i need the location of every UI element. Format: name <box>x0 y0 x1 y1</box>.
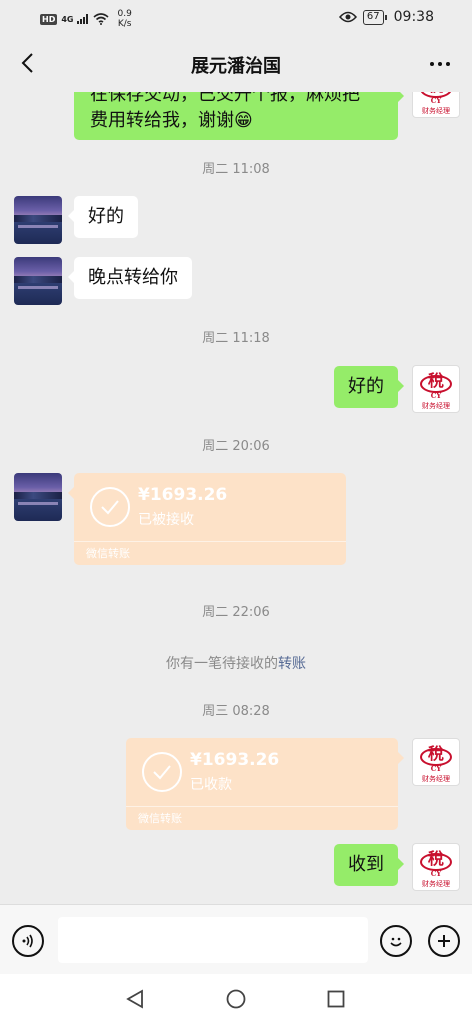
divider <box>126 806 398 807</box>
avatar-self[interactable]: 稅 CY 财务经理 <box>412 92 460 118</box>
nav-recents-button[interactable] <box>323 986 349 1012</box>
system-notice: 你有一笔待接收的转账 <box>0 653 472 673</box>
transfer-card-sent[interactable]: ¥1693.26 已收款 微信转账 <box>126 738 404 830</box>
message-input[interactable] <box>58 917 368 963</box>
message-bubble-sent[interactable]: 在保存交动，已交升个报，麻烦把 费用转给我，谢谢😁 <box>74 92 404 140</box>
timestamp: 周三 08:28 <box>202 704 270 719</box>
more-options-button[interactable] <box>426 52 454 76</box>
message-text: 好的 <box>88 206 124 227</box>
network-type: 4G <box>61 14 74 24</box>
transfer-label: 微信转账 <box>138 812 182 825</box>
message-bubble-received[interactable]: 好的 <box>68 196 138 238</box>
more-dot-icon <box>438 62 442 66</box>
hd-icon: HD <box>40 13 58 25</box>
square-recents-icon <box>327 990 345 1008</box>
timestamp: 周二 22:06 <box>202 605 270 620</box>
wifi-icon <box>93 13 110 25</box>
eye-icon <box>338 11 357 23</box>
status-right: 67 09:38 <box>338 9 434 25</box>
message-text: 在保存交动，已交升个报，麻烦把 <box>90 92 360 105</box>
message-bubble-sent[interactable]: 好的 <box>334 366 404 408</box>
status-bar: HD 4G 0.9 K/s 67 09:38 <box>0 0 472 36</box>
notice-text: 你有一笔待接收的 <box>166 656 278 672</box>
net-speed-value: 0.9 <box>117 9 132 19</box>
status-left: HD 4G 0.9 K/s <box>40 9 132 29</box>
avatar-self[interactable]: 稅 CY 财务经理 <box>412 843 460 891</box>
tax-logo-icon: 稅 <box>419 92 453 99</box>
avatar-self[interactable]: 稅 CY 财务经理 <box>412 365 460 413</box>
nav-back-button[interactable] <box>122 986 148 1012</box>
status-time: 09:38 <box>393 9 434 25</box>
tax-logo-icon: 稅 <box>419 368 453 394</box>
check-circle-icon <box>142 752 182 792</box>
signal-icon <box>77 14 89 24</box>
transfer-card-received[interactable]: ¥1693.26 已被接收 微信转账 <box>68 473 346 565</box>
chat-area[interactable]: 在保存交动，已交升个报，麻烦把 费用转给我，谢谢😁 稅 CY 财务经理 周二 1… <box>0 92 472 904</box>
plus-icon <box>438 935 450 947</box>
emoji-button[interactable] <box>380 925 412 957</box>
more-dot-icon <box>446 62 450 66</box>
timestamp: 周二 11:18 <box>202 331 270 346</box>
system-nav-bar <box>0 974 472 1024</box>
more-dot-icon <box>430 62 434 66</box>
voice-icon <box>22 934 33 948</box>
transfer-amount: ¥1693.26 <box>138 485 228 505</box>
net-speed: 0.9 K/s <box>117 9 131 29</box>
transfer-label: 微信转账 <box>86 547 130 560</box>
voice-button[interactable] <box>12 925 44 957</box>
avatar-contact[interactable] <box>14 196 62 244</box>
tax-logo-icon: 稅 <box>419 741 453 767</box>
input-bar <box>0 904 472 974</box>
message-text: 费用转给我，谢谢😁 <box>90 110 253 131</box>
avatar-self[interactable]: 稅 CY 财务经理 <box>412 738 460 786</box>
message-text: 收到 <box>348 854 384 875</box>
chat-title: 展元潘治国 <box>191 56 281 77</box>
avatar-contact[interactable] <box>14 473 62 521</box>
more-functions-button[interactable] <box>428 925 460 957</box>
net-speed-unit: K/s <box>117 19 132 29</box>
divider <box>74 541 346 542</box>
message-text: 好的 <box>348 376 384 397</box>
nav-home-button[interactable] <box>223 986 249 1012</box>
check-circle-icon <box>90 487 130 527</box>
avatar-contact[interactable] <box>14 257 62 305</box>
smiley-icon <box>390 937 402 947</box>
transfer-amount: ¥1693.26 <box>190 750 280 770</box>
battery-indicator: 67 <box>362 9 387 25</box>
message-text: 晚点转给你 <box>88 267 178 288</box>
message-bubble-received[interactable]: 晚点转给你 <box>68 257 192 299</box>
transfer-status: 已收款 <box>190 777 232 793</box>
tax-logo-icon: 稅 <box>419 846 453 872</box>
circle-home-icon <box>226 989 246 1009</box>
chat-header: 展元潘治国 <box>0 36 472 92</box>
message-bubble-sent[interactable]: 收到 <box>334 844 404 886</box>
triangle-back-icon <box>126 989 143 1009</box>
transfer-status: 已被接收 <box>138 512 194 528</box>
timestamp: 周二 11:08 <box>202 162 270 177</box>
transfer-link[interactable]: 转账 <box>278 656 306 672</box>
timestamp: 周二 20:06 <box>202 439 270 454</box>
